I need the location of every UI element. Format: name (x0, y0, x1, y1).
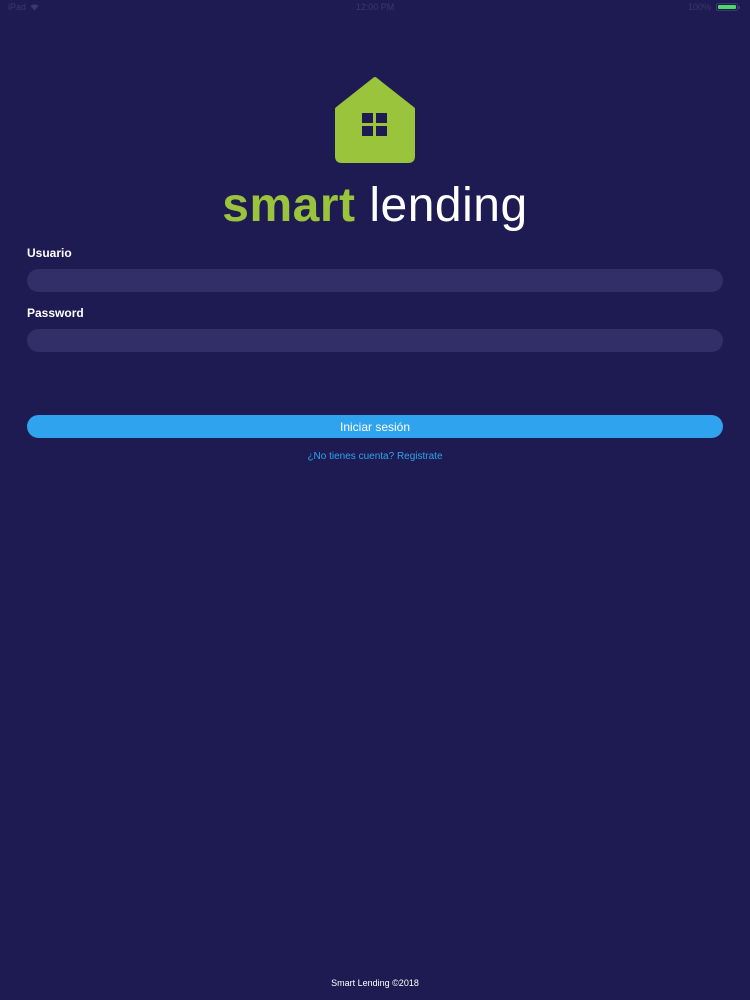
status-battery: 100% (687, 2, 740, 12)
battery-icon (716, 3, 740, 11)
status-time: 12:00 PM (355, 2, 395, 12)
username-label: Usuario (27, 246, 72, 260)
battery-percent: 100% (687, 2, 711, 12)
status-bar: iPad 12:00 PM 100% (0, 0, 750, 14)
password-input[interactable] (27, 329, 723, 352)
battery-level (718, 5, 736, 9)
username-input[interactable] (27, 269, 723, 292)
footer-copyright: Smart Lending ©2018 (331, 978, 419, 988)
login-screen: iPad 12:00 PM 100% smart lending Usuario (0, 0, 750, 1000)
password-label: Password (27, 306, 84, 320)
brand-name-lending: lending (369, 179, 528, 232)
login-button[interactable]: Iniciar sesión (27, 415, 723, 438)
brand-logo: smart lending (0, 76, 750, 232)
house-icon (335, 77, 415, 163)
register-link[interactable]: ¿No tienes cuenta? Registrate (0, 451, 750, 462)
battery-tip (738, 6, 740, 9)
brand-name: smart lending (0, 180, 750, 232)
brand-name-smart: smart (222, 179, 356, 232)
